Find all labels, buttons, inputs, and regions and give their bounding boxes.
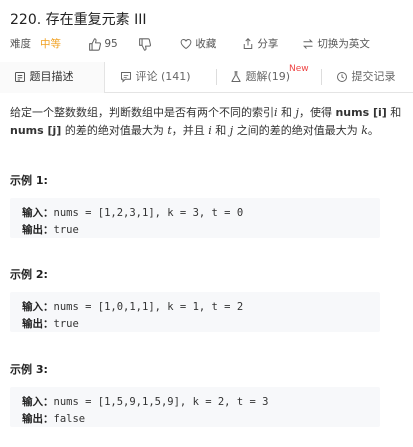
desc-text: 和 xyxy=(386,106,402,119)
example-2-block: 输入：nums = [1,0,1,1], k = 1, t = 2 输出：tru… xyxy=(10,292,380,332)
thumbs-down-icon xyxy=(139,37,151,51)
flask-icon xyxy=(231,71,241,82)
input-label: 输入： xyxy=(22,396,54,408)
output-value: true xyxy=(53,224,79,236)
problem-meta-bar: 难度 中等 95 收藏 分享 切换为英文 xyxy=(10,36,410,52)
comment-icon xyxy=(121,72,131,83)
example-1-block: 输入：nums = [1,2,3,1], k = 3, t = 0 输出：tru… xyxy=(10,198,380,238)
document-icon xyxy=(15,72,25,82)
share-icon xyxy=(243,38,253,49)
output-value: true xyxy=(53,318,79,330)
new-badge: New xyxy=(289,64,309,74)
difficulty-value: 中等 xyxy=(40,38,61,50)
difficulty-label: 难度 xyxy=(10,38,31,50)
thumbs-up-icon xyxy=(89,37,101,51)
tab-description[interactable]: 题目描述 xyxy=(0,62,105,93)
share-button[interactable]: 分享 xyxy=(242,36,278,52)
example-input-line: 输入：nums = [1,5,9,1,5,9], k = 2, t = 3 xyxy=(22,394,268,409)
history-icon xyxy=(337,72,347,82)
nums-i: nums [i] xyxy=(335,106,387,119)
like-button[interactable]: 95 xyxy=(88,36,118,52)
tab-bar: 题目描述 评论 (141) 题解(19) 提交记录 xyxy=(0,62,413,93)
tab-comments[interactable]: 评论 (141) xyxy=(120,62,191,92)
switch-arrows-icon xyxy=(303,39,313,49)
output-label: 输出： xyxy=(22,413,54,425)
tab-submissions[interactable]: 提交记录 xyxy=(336,62,396,92)
favorite-label: 收藏 xyxy=(195,38,217,50)
switch-language-label: 切换为英文 xyxy=(317,38,370,50)
desc-text: ，并且 xyxy=(171,124,209,137)
example-input-line: 输入：nums = [1,2,3,1], k = 3, t = 0 xyxy=(22,205,243,220)
input-value: nums = [1,2,3,1], k = 3, t = 0 xyxy=(53,207,244,219)
desc-text: 之间的差的绝对值最大为 xyxy=(233,124,362,137)
example-1-heading: 示例 1: xyxy=(10,174,48,187)
desc-text: 的差的绝对值最大为 xyxy=(61,124,168,137)
tab-solutions[interactable]: 题解(19) xyxy=(230,62,290,92)
problem-title: 220. 存在重复元素 III xyxy=(10,12,147,28)
input-label: 输入： xyxy=(22,207,54,219)
example-input-line: 输入：nums = [1,0,1,1], k = 1, t = 2 xyxy=(22,299,243,314)
tab-solutions-label: 题解(19) xyxy=(245,70,291,83)
example-3-block: 输入：nums = [1,5,9,1,5,9], k = 2, t = 3 输出… xyxy=(10,387,380,427)
tab-comments-label: 评论 (141) xyxy=(135,70,191,83)
output-label: 输出： xyxy=(22,224,54,236)
output-value: false xyxy=(53,413,86,425)
switch-language-button[interactable]: 切换为英文 xyxy=(302,36,370,52)
tab-submissions-label: 提交记录 xyxy=(351,70,396,83)
tab-divider xyxy=(321,69,322,85)
desc-text: 。 xyxy=(367,124,379,137)
input-label: 输入： xyxy=(22,301,54,313)
tab-divider xyxy=(216,69,217,85)
input-value: nums = [1,0,1,1], k = 1, t = 2 xyxy=(53,301,244,313)
output-label: 输出： xyxy=(22,318,54,330)
dislike-button[interactable] xyxy=(138,36,151,52)
nums-j: nums [j] xyxy=(10,124,62,137)
var-k: k xyxy=(361,124,368,137)
desc-text: ，使得 xyxy=(298,106,336,119)
tab-description-label: 题目描述 xyxy=(29,70,74,83)
favorite-button[interactable]: 收藏 xyxy=(180,36,216,52)
share-label: 分享 xyxy=(257,38,279,50)
example-3-heading: 示例 3: xyxy=(10,363,48,376)
example-output-line: 输出：false xyxy=(22,411,85,426)
heart-icon xyxy=(180,39,192,50)
example-output-line: 输出：true xyxy=(22,222,79,237)
example-output-line: 输出：true xyxy=(22,316,79,331)
desc-text: 和 xyxy=(211,124,230,137)
example-2-heading: 示例 2: xyxy=(10,268,48,281)
input-value: nums = [1,5,9,1,5,9], k = 2, t = 3 xyxy=(53,396,269,408)
problem-description: 给定一个整数数组，判断数组中是否有两个不同的索引i 和 j，使得 nums [i… xyxy=(10,104,405,140)
like-count: 95 xyxy=(104,38,118,50)
desc-text: 给定一个整数数组，判断数组中是否有两个不同的索引 xyxy=(10,106,274,119)
desc-text: 和 xyxy=(277,106,296,119)
